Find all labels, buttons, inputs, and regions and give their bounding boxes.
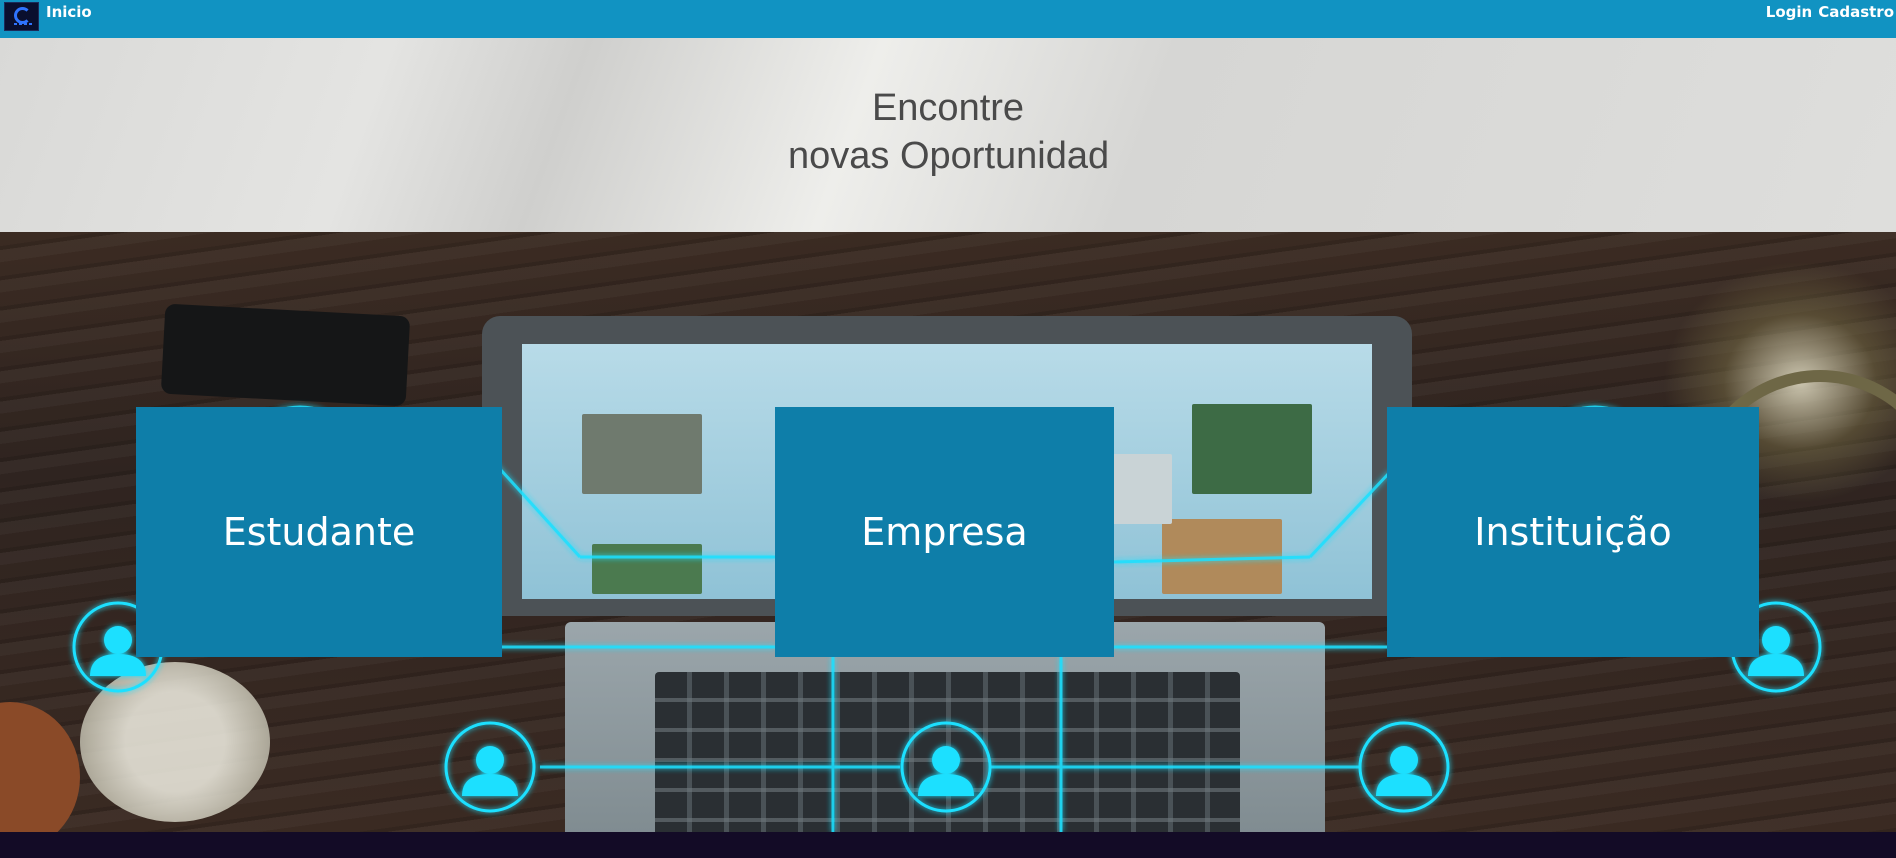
signup-link[interactable]: Cadastro [1818, 3, 1894, 21]
footer-bar [0, 832, 1896, 858]
card-estudante[interactable]: Estudante [136, 407, 502, 657]
card-estudante-label: Estudante [222, 510, 416, 554]
nav-home-link[interactable]: Inicio [46, 3, 92, 21]
headline-line1: Encontre [871, 87, 1025, 129]
user-icon-bottom-right [1358, 721, 1450, 813]
card-empresa-label: Empresa [861, 510, 1028, 554]
user-icon-bottom-left [444, 721, 536, 813]
logo-icon[interactable] [4, 2, 39, 31]
card-instituicao[interactable]: Instituição [1387, 407, 1759, 657]
headline-line2: novas Oportunidades [788, 135, 1108, 177]
hero-banner: Encontre novas Oportunidades [0, 38, 1896, 232]
user-icon-bottom-center [900, 721, 992, 813]
auth-links: Login Cadastro [1760, 3, 1894, 21]
login-link[interactable]: Login [1766, 3, 1812, 21]
card-empresa[interactable]: Empresa [775, 407, 1114, 657]
top-nav: Inicio Login Cadastro [0, 0, 1896, 38]
card-instituicao-label: Instituição [1474, 510, 1672, 554]
banner-headline: Encontre novas Oportunidades [0, 84, 1896, 192]
